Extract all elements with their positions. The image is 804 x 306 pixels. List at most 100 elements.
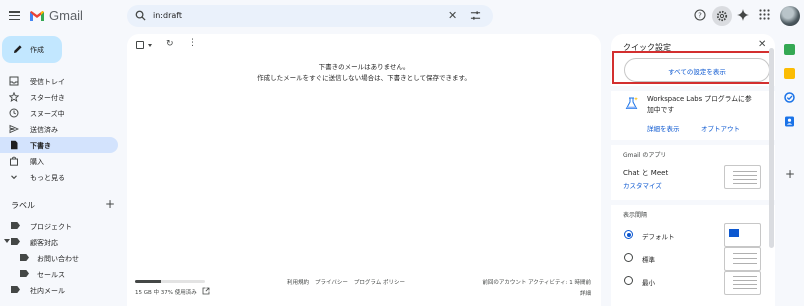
label-item-text: お問い合わせ	[37, 255, 79, 263]
sidebar-item-label: 購入	[30, 158, 44, 166]
pencil-icon	[14, 45, 22, 53]
density-comfortable-label: 標準	[642, 256, 655, 264]
add-label-icon[interactable]: +	[105, 197, 115, 211]
sidebar-item-inbox[interactable]: 受信トレイ	[0, 73, 118, 89]
density-default-radio[interactable]	[624, 230, 633, 239]
label-item-text: 社内メール	[30, 287, 65, 295]
compose-button[interactable]: 作成	[2, 36, 62, 63]
compose-label: 作成	[30, 46, 44, 54]
settings-button[interactable]	[712, 6, 732, 26]
label-item-internal[interactable]: 社内メール	[0, 283, 118, 297]
more-options-icon[interactable]: ⋮	[188, 38, 197, 48]
privacy-link[interactable]: プライバシー	[315, 278, 348, 286]
density-default-thumbnail[interactable]	[724, 223, 761, 247]
quick-settings-scrollbar[interactable]	[769, 48, 774, 248]
search-bar[interactable]: in:draft ✕	[127, 5, 493, 27]
calendar-icon[interactable]	[784, 44, 795, 55]
terms-link[interactable]: 利用規約	[287, 278, 309, 286]
sidebar-item-purchases[interactable]: 購入	[0, 153, 118, 169]
external-link-icon[interactable]	[202, 287, 210, 295]
density-default-label: デフォルト	[642, 233, 675, 241]
select-all-checkbox[interactable]	[136, 41, 144, 49]
apps-layout-thumbnail[interactable]	[724, 165, 761, 189]
density-heading: 表示間隔	[623, 212, 648, 219]
expand-caret-icon[interactable]	[4, 239, 10, 243]
activity-details-link[interactable]: 詳細	[557, 289, 591, 297]
density-compact-radio[interactable]	[624, 276, 633, 285]
divider	[611, 200, 775, 205]
sidebar-item-starred[interactable]: スター付き	[0, 89, 118, 105]
inbox-icon	[9, 76, 19, 86]
label-item-text: セールス	[37, 271, 65, 279]
sidebar-item-snoozed[interactable]: スヌーズ中	[0, 105, 118, 121]
label-tag-icon	[11, 286, 20, 293]
sidebar-item-drafts[interactable]: 下書き	[0, 137, 118, 153]
main-panel: ↻ ⋮ 下書きのメールはありません。 作成したメールをすぐに送信しない場合は、下…	[127, 34, 601, 306]
label-item-customer[interactable]: 顧客対応	[0, 235, 118, 249]
account-avatar[interactable]	[780, 6, 800, 26]
sidebar-item-label: スヌーズ中	[30, 110, 65, 118]
sidebar-item-label: もっと見る	[30, 174, 65, 182]
label-item-inquiry[interactable]: お問い合わせ	[0, 251, 118, 265]
label-tag-icon	[11, 222, 20, 229]
sidebar-item-label: 下書き	[30, 142, 51, 150]
add-addon-icon[interactable]: +	[785, 167, 795, 181]
star-icon	[9, 92, 19, 102]
gear-icon	[716, 10, 728, 22]
label-item-sales[interactable]: セールス	[0, 267, 118, 281]
search-options-icon[interactable]	[470, 10, 481, 21]
divider	[611, 86, 775, 91]
sidebar-item-sent[interactable]: 送信済み	[0, 121, 118, 137]
search-input[interactable]: in:draft	[153, 11, 182, 20]
density-comfortable-radio[interactable]	[624, 253, 633, 262]
gmail-m-icon	[30, 10, 44, 21]
labs-flask-icon	[625, 97, 638, 109]
divider	[611, 140, 775, 145]
labs-details-link[interactable]: 詳細を表示	[647, 123, 680, 133]
empty-state-title: 下書きのメールはありません。	[318, 63, 410, 71]
last-activity-text: 前回のアカウント アクティビティ: 1 時間前	[482, 280, 591, 286]
footer-links: 利用規約 プライバシー プログラム ポリシー	[287, 278, 405, 286]
gmail-logo[interactable]: Gmail	[29, 8, 83, 23]
thumbnail-accent	[729, 229, 739, 237]
svg-text:?: ?	[698, 12, 702, 20]
main-menu-icon[interactable]	[9, 11, 20, 21]
help-icon[interactable]: ?	[694, 9, 706, 21]
storage-fill	[135, 280, 161, 283]
chevron-down-icon	[11, 175, 17, 180]
density-compact-label: 最小	[642, 279, 655, 287]
apps-customize-link[interactable]: カスタマイズ	[623, 180, 662, 190]
bag-icon	[10, 156, 18, 166]
app-name: Gmail	[49, 8, 83, 23]
search-icon[interactable]	[135, 10, 146, 21]
gemini-sparkle-icon[interactable]	[737, 9, 749, 21]
labs-optout-link[interactable]: オプトアウト	[701, 123, 740, 133]
refresh-icon[interactable]: ↻	[166, 39, 174, 49]
storage-bar	[135, 280, 205, 283]
sidebar-item-label: 送信済み	[30, 126, 58, 134]
quick-settings-panel: クイック設定 ✕ すべての設定を表示 Workspace Labs プログラムに…	[611, 34, 775, 306]
empty-state-hint: 作成したメールをすぐに送信しない場合は、下書きとして保存できます。	[257, 74, 471, 82]
select-options-chevron-icon[interactable]	[148, 44, 152, 47]
labels-heading: ラベル	[11, 201, 35, 210]
label-item-project[interactable]: プロジェクト	[0, 219, 118, 233]
sidebar-item-more[interactable]: もっと見る	[0, 169, 118, 185]
tasks-icon[interactable]	[784, 92, 795, 103]
density-comfortable-thumbnail[interactable]	[724, 247, 761, 271]
clear-search-icon[interactable]: ✕	[448, 9, 457, 22]
apps-grid-icon[interactable]	[759, 9, 770, 20]
apps-chat-meet-label: Chat と Meet	[623, 169, 669, 177]
label-item-text: プロジェクト	[30, 223, 72, 231]
keep-icon[interactable]	[784, 68, 795, 79]
sidebar-item-label: 受信トレイ	[30, 78, 65, 86]
density-compact-thumbnail[interactable]	[724, 271, 761, 295]
apps-heading: Gmail のアプリ	[623, 152, 667, 159]
highlight-box	[612, 51, 772, 84]
top-bar: Gmail in:draft ✕ ?	[0, 0, 804, 34]
send-icon	[9, 124, 19, 134]
program-policy-link[interactable]: プログラム ポリシー	[354, 278, 405, 286]
label-tag-icon	[11, 238, 20, 245]
close-icon[interactable]: ✕	[758, 39, 766, 50]
contacts-icon[interactable]	[784, 116, 795, 127]
draft-icon	[11, 140, 18, 150]
